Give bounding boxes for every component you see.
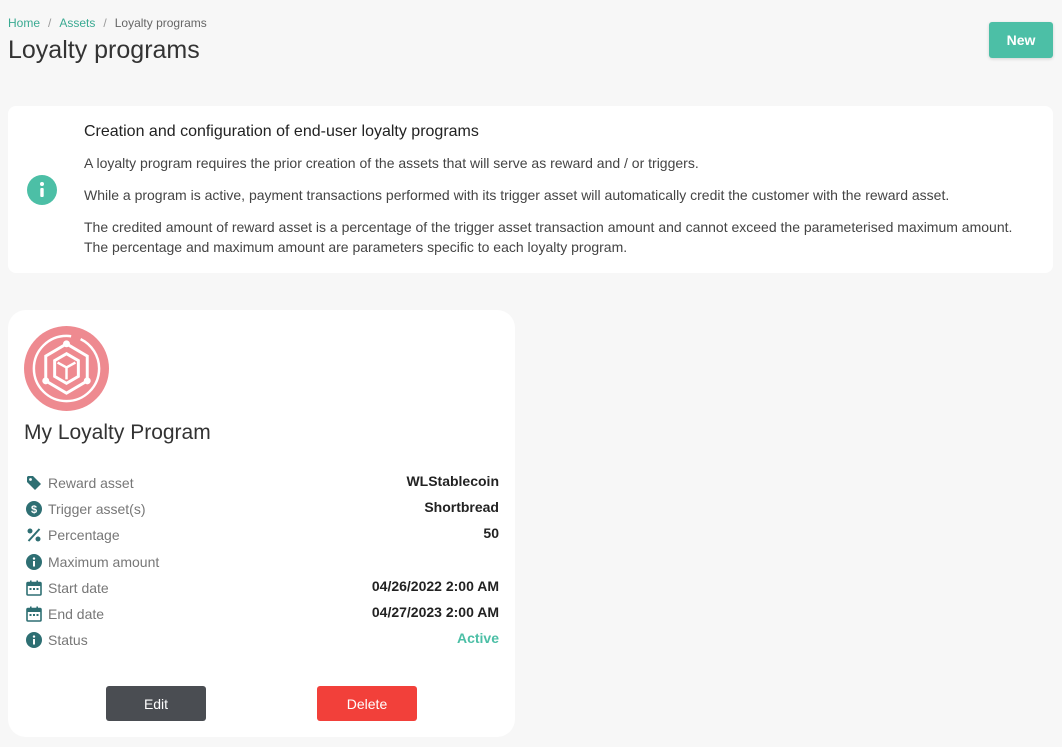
info-title: Creation and configuration of end-user l… — [84, 123, 479, 140]
breadcrumb: Home / Assets / Loyalty programs — [8, 16, 207, 30]
dollar-icon: $ — [26, 501, 42, 517]
calendar-icon — [26, 580, 42, 596]
field-value: WLStablecoin — [406, 473, 499, 489]
field-label: Maximum amount — [48, 554, 160, 570]
breadcrumb-separator: / — [48, 16, 52, 30]
field-value: 04/27/2023 2:00 AM — [371, 604, 499, 620]
field-value: 04/26/2022 2:00 AM — [371, 578, 499, 594]
info-icon — [27, 175, 57, 205]
svg-text:$: $ — [31, 504, 37, 516]
field-row-reward-asset: Reward asset WLStablecoin — [24, 473, 499, 499]
field-value: Shortbread — [424, 499, 499, 515]
field-label: Trigger asset(s) — [48, 501, 146, 517]
breadcrumb-home-link[interactable]: Home — [8, 16, 40, 30]
field-label: Status — [48, 632, 88, 648]
info-paragraph: The credited amount of reward asset is a… — [84, 219, 1013, 255]
info-icon — [26, 554, 42, 570]
field-row-trigger-assets: $ Trigger asset(s) Shortbread — [24, 499, 499, 525]
field-row-start-date: Start date 04/26/2022 2:00 AM — [24, 578, 499, 604]
info-panel: Creation and configuration of end-user l… — [8, 106, 1053, 273]
percent-icon — [27, 528, 41, 542]
page-title: Loyalty programs — [8, 36, 200, 64]
info-paragraph: While a program is active, payment trans… — [84, 187, 950, 203]
status-badge: Active — [456, 630, 499, 646]
field-row-percentage: Percentage 50 — [24, 525, 499, 551]
field-row-status: Status Active — [24, 630, 499, 656]
delete-button[interactable]: Delete — [317, 686, 417, 721]
breadcrumb-current: Loyalty programs — [114, 16, 207, 30]
field-row-maximum-amount: Maximum amount — [24, 554, 499, 578]
tag-icon — [27, 476, 41, 490]
new-button[interactable]: New — [989, 22, 1053, 58]
loyalty-cube-icon — [24, 326, 109, 411]
field-row-end-date: End date 04/27/2023 2:00 AM — [24, 604, 499, 630]
breadcrumb-assets-link[interactable]: Assets — [59, 16, 95, 30]
breadcrumb-separator: / — [103, 16, 107, 30]
edit-button[interactable]: Edit — [106, 686, 206, 721]
info-paragraph: A loyalty program requires the prior cre… — [84, 155, 699, 171]
page: Home / Assets / Loyalty programs Loyalty… — [0, 0, 1062, 747]
field-label: Reward asset — [48, 475, 134, 491]
info-icon — [26, 632, 42, 648]
field-value: 50 — [483, 525, 499, 541]
program-card: My Loyalty Program Reward asset WLStable… — [8, 310, 515, 737]
program-name: My Loyalty Program — [24, 421, 211, 444]
field-label: Start date — [48, 580, 109, 596]
calendar-icon — [26, 606, 42, 622]
field-label: Percentage — [48, 527, 120, 543]
field-label: End date — [48, 606, 105, 622]
